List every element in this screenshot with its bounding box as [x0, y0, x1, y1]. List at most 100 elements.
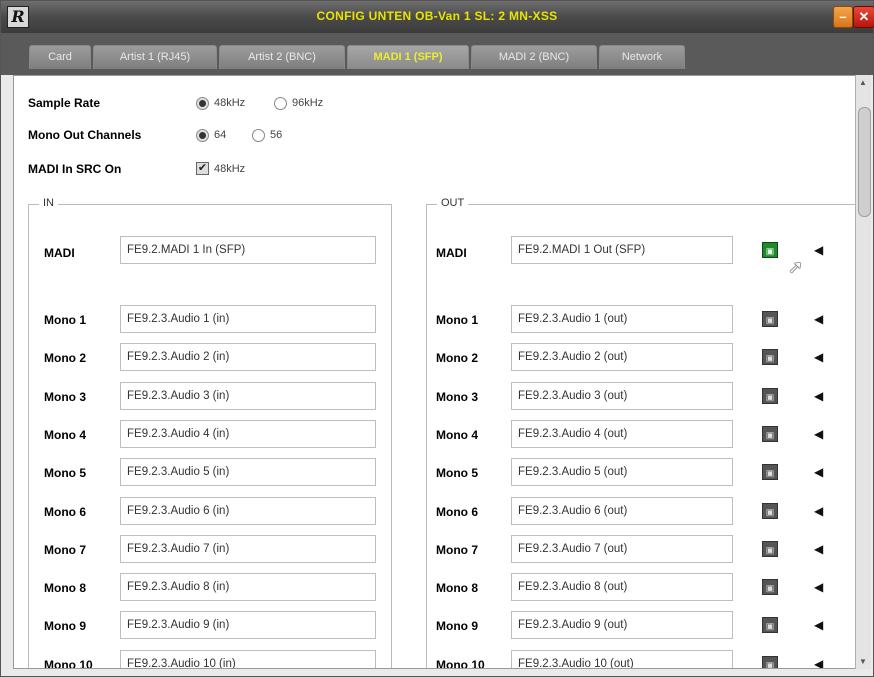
out-row-lock-button[interactable]: ▣	[762, 579, 778, 595]
out-madi-label: MADI	[436, 246, 467, 260]
in-row-field[interactable]: FE9.2.3.Audio 10 (in)	[120, 650, 376, 668]
lock-toggle-icon: ▣	[765, 507, 775, 517]
out-row-lock-button[interactable]: ▣	[762, 426, 778, 442]
lock-toggle-icon: ▣	[765, 392, 775, 402]
tab-bar: Card Artist 1 (RJ45) Artist 2 (BNC) MADI…	[1, 33, 873, 75]
close-button[interactable]: ✕	[853, 6, 874, 28]
out-row-label: Mono 3	[436, 390, 478, 404]
in-row-field[interactable]: FE9.2.3.Audio 3 (in)	[120, 382, 376, 410]
mono-out-label: Mono Out Channels	[28, 128, 142, 142]
out-row-lock-button[interactable]: ▣	[762, 388, 778, 404]
lock-toggle-icon: ▣	[765, 660, 775, 669]
madi-src-label: MADI In SRC On	[28, 162, 122, 176]
out-row-lock-button[interactable]: ▣	[762, 541, 778, 557]
config-window: R CONFIG UNTEN OB-Van 1 SL: 2 MN-XSS – ✕…	[0, 0, 874, 677]
out-row-lock-button[interactable]: ▣	[762, 311, 778, 327]
sample-rate-48-radio[interactable]	[196, 97, 209, 110]
mono-out-56-text: 56	[270, 129, 283, 141]
in-row-field[interactable]: FE9.2.3.Audio 7 (in)	[120, 535, 376, 563]
scroll-up-icon[interactable]: ▲	[859, 78, 867, 87]
out-row-label: Mono 2	[436, 351, 478, 365]
out-row-field[interactable]: FE9.2.3.Audio 6 (out)	[511, 497, 733, 525]
tab-card[interactable]: Card	[29, 45, 91, 69]
in-madi-label: MADI	[44, 246, 75, 260]
madi-src-checkbox[interactable]: ✔	[196, 162, 209, 175]
out-row-field[interactable]: FE9.2.3.Audio 3 (out)	[511, 382, 733, 410]
speaker-icon[interactable]: ◀	[814, 542, 828, 556]
lock-toggle-icon: ▣	[765, 315, 775, 325]
in-row-label: Mono 10	[44, 658, 93, 669]
out-row-field[interactable]: FE9.2.3.Audio 2 (out)	[511, 343, 733, 371]
lock-toggle-icon: ▣	[765, 468, 775, 478]
out-row-label: Mono 1	[436, 313, 478, 327]
sample-rate-96-radio[interactable]	[274, 97, 287, 110]
out-row-lock-button[interactable]: ▣	[762, 503, 778, 519]
out-row-field[interactable]: FE9.2.3.Audio 8 (out)	[511, 573, 733, 601]
close-icon: ✕	[858, 9, 870, 24]
window-title: CONFIG UNTEN OB-Van 1 SL: 2 MN-XSS	[316, 9, 558, 23]
in-group-title: IN	[39, 197, 58, 209]
out-row-field[interactable]: FE9.2.3.Audio 1 (out)	[511, 305, 733, 333]
vertical-scrollbar[interactable]: ▲ ▼	[855, 75, 871, 669]
out-madi-field[interactable]: FE9.2.MADI 1 Out (SFP)	[511, 236, 733, 264]
lock-toggle-icon: ▣	[765, 430, 775, 440]
in-madi-field[interactable]: FE9.2.MADI 1 In (SFP)	[120, 236, 376, 264]
in-row-label: Mono 2	[44, 351, 86, 365]
out-row-field[interactable]: FE9.2.3.Audio 5 (out)	[511, 458, 733, 486]
out-row-field[interactable]: FE9.2.3.Audio 7 (out)	[511, 535, 733, 563]
mono-out-56-radio[interactable]	[252, 129, 265, 142]
out-row-field[interactable]: FE9.2.3.Audio 9 (out)	[511, 611, 733, 639]
in-row-field[interactable]: FE9.2.3.Audio 8 (in)	[120, 573, 376, 601]
tab-artist-2[interactable]: Artist 2 (BNC)	[219, 45, 345, 69]
speaker-icon[interactable]: ◀	[814, 465, 828, 479]
out-row-lock-button[interactable]: ▣	[762, 349, 778, 365]
in-row-label: Mono 4	[44, 428, 86, 442]
minimize-icon: –	[839, 9, 847, 24]
speaker-icon[interactable]: ◀	[814, 580, 828, 594]
scroll-down-icon[interactable]: ▼	[859, 657, 867, 666]
in-row-label: Mono 7	[44, 543, 86, 557]
sample-rate-48-text: 48kHz	[214, 97, 246, 109]
out-row-label: Mono 4	[436, 428, 478, 442]
out-row-field[interactable]: FE9.2.3.Audio 10 (out)	[511, 650, 733, 668]
in-row-field[interactable]: FE9.2.3.Audio 6 (in)	[120, 497, 376, 525]
mouse-pointer-icon: ➚	[788, 257, 804, 277]
tab-madi-1[interactable]: MADI 1 (SFP)	[347, 45, 469, 69]
content-panel: Sample Rate 48kHz 96kHz Mono Out Channel…	[13, 75, 857, 669]
tab-artist-1[interactable]: Artist 1 (RJ45)	[93, 45, 217, 69]
out-row-lock-button[interactable]: ▣	[762, 656, 778, 669]
mono-out-64-text: 64	[214, 129, 227, 141]
in-row-field[interactable]: FE9.2.3.Audio 2 (in)	[120, 343, 376, 371]
out-row-label: Mono 9	[436, 619, 478, 633]
lock-toggle-icon: ▣	[765, 621, 775, 631]
in-row-field[interactable]: FE9.2.3.Audio 5 (in)	[120, 458, 376, 486]
out-row-lock-button[interactable]: ▣	[762, 617, 778, 633]
out-row-label: Mono 5	[436, 466, 478, 480]
speaker-icon[interactable]: ◀	[814, 427, 828, 441]
in-row-label: Mono 9	[44, 619, 86, 633]
lock-toggle-icon: ▣	[765, 246, 775, 256]
speaker-icon[interactable]: ◀	[814, 350, 828, 364]
in-row-field[interactable]: FE9.2.3.Audio 4 (in)	[120, 420, 376, 448]
out-row-lock-button[interactable]: ▣	[762, 464, 778, 480]
tab-madi-2[interactable]: MADI 2 (BNC)	[471, 45, 597, 69]
out-madi-speaker-icon[interactable]: ◀	[814, 243, 828, 257]
out-row-field[interactable]: FE9.2.3.Audio 4 (out)	[511, 420, 733, 448]
speaker-icon[interactable]: ◀	[814, 389, 828, 403]
in-row-field[interactable]: FE9.2.3.Audio 9 (in)	[120, 611, 376, 639]
speaker-icon[interactable]: ◀	[814, 618, 828, 632]
speaker-icon[interactable]: ◀	[814, 504, 828, 518]
scroll-thumb[interactable]	[858, 107, 871, 217]
tab-network[interactable]: Network	[599, 45, 685, 69]
in-row-label: Mono 8	[44, 581, 86, 595]
sample-rate-label: Sample Rate	[28, 96, 101, 110]
title-bar[interactable]: R CONFIG UNTEN OB-Van 1 SL: 2 MN-XSS – ✕	[1, 1, 874, 33]
lock-toggle-icon: ▣	[765, 353, 775, 363]
mono-out-64-radio[interactable]	[196, 129, 209, 142]
speaker-icon[interactable]: ◀	[814, 657, 828, 668]
minimize-button[interactable]: –	[833, 6, 853, 28]
out-madi-lock-button[interactable]: ▣	[762, 242, 778, 258]
in-row-label: Mono 6	[44, 505, 86, 519]
speaker-icon[interactable]: ◀	[814, 312, 828, 326]
in-row-field[interactable]: FE9.2.3.Audio 1 (in)	[120, 305, 376, 333]
